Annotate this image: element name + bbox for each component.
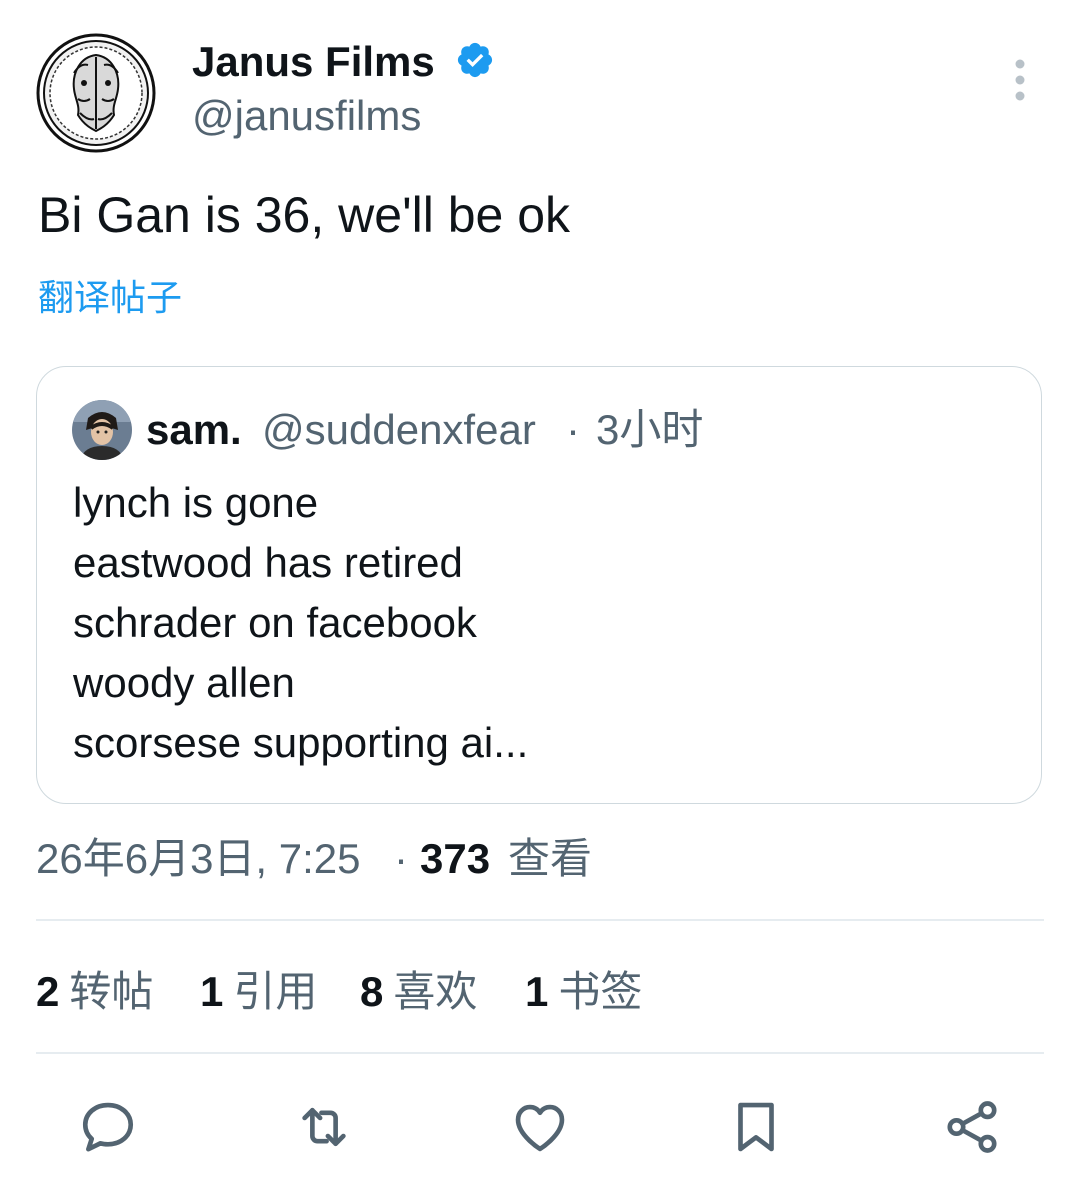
share-icon[interactable] — [941, 1096, 1003, 1158]
author-handle[interactable]: @janusfilms — [192, 92, 421, 140]
stat-label: 转帖 — [69, 968, 154, 1015]
quote-text-line: eastwood has retired — [73, 539, 463, 586]
translate-post-link[interactable]: 翻译帖子 — [38, 276, 182, 320]
stat-quotes[interactable]: 1 引用 — [200, 967, 317, 1017]
quote-timestamp[interactable]: 3小时 — [596, 405, 703, 455]
stat-bookmarks[interactable]: 1 书签 — [525, 967, 642, 1017]
like-icon[interactable] — [509, 1096, 571, 1158]
stat-count: 2 — [36, 968, 60, 1015]
quote-author-handle[interactable]: @suddenxfear — [262, 405, 536, 455]
quote-author-name[interactable]: sam. — [146, 405, 242, 455]
stat-count: 1 — [200, 968, 224, 1015]
repost-icon[interactable] — [293, 1096, 355, 1158]
divider — [36, 1052, 1044, 1054]
views-label: 查看 — [508, 835, 593, 882]
author-avatar[interactable] — [36, 33, 156, 153]
tweet-text: Bi Gan is 36, we'll be ok — [38, 187, 571, 243]
stat-reposts[interactable]: 2 转帖 — [36, 967, 153, 1017]
stat-count: 8 — [360, 968, 384, 1015]
quote-author-avatar[interactable] — [72, 400, 132, 460]
reply-icon[interactable] — [77, 1096, 139, 1158]
author-display-name[interactable]: Janus Films — [192, 38, 435, 86]
divider — [36, 919, 1044, 921]
stat-label: 书签 — [558, 968, 643, 1015]
bookmark-icon[interactable] — [725, 1096, 787, 1158]
verified-badge-icon — [455, 40, 495, 80]
stat-likes[interactable]: 8 喜欢 — [360, 967, 477, 1017]
views-count[interactable]: 373 — [420, 834, 490, 884]
tweet-timestamp[interactable]: 26年6月3日, 7:25 — [36, 834, 361, 884]
janus-coin-avatar-icon — [36, 33, 156, 153]
stat-label: 喜欢 — [393, 968, 478, 1015]
quote-text-line: lynch is gone — [73, 479, 319, 526]
more-options-icon[interactable] — [1000, 58, 1040, 102]
quote-separator-dot: · — [566, 406, 580, 453]
quote-text-line: schrader on facebook — [73, 599, 477, 646]
quote-text-line: scorsese supporting ai... — [73, 719, 529, 766]
quote-text-line: woody allen — [73, 659, 295, 706]
stat-label: 引用 — [233, 968, 318, 1015]
stat-count: 1 — [525, 968, 549, 1015]
meta-separator-dot: · — [394, 835, 408, 882]
